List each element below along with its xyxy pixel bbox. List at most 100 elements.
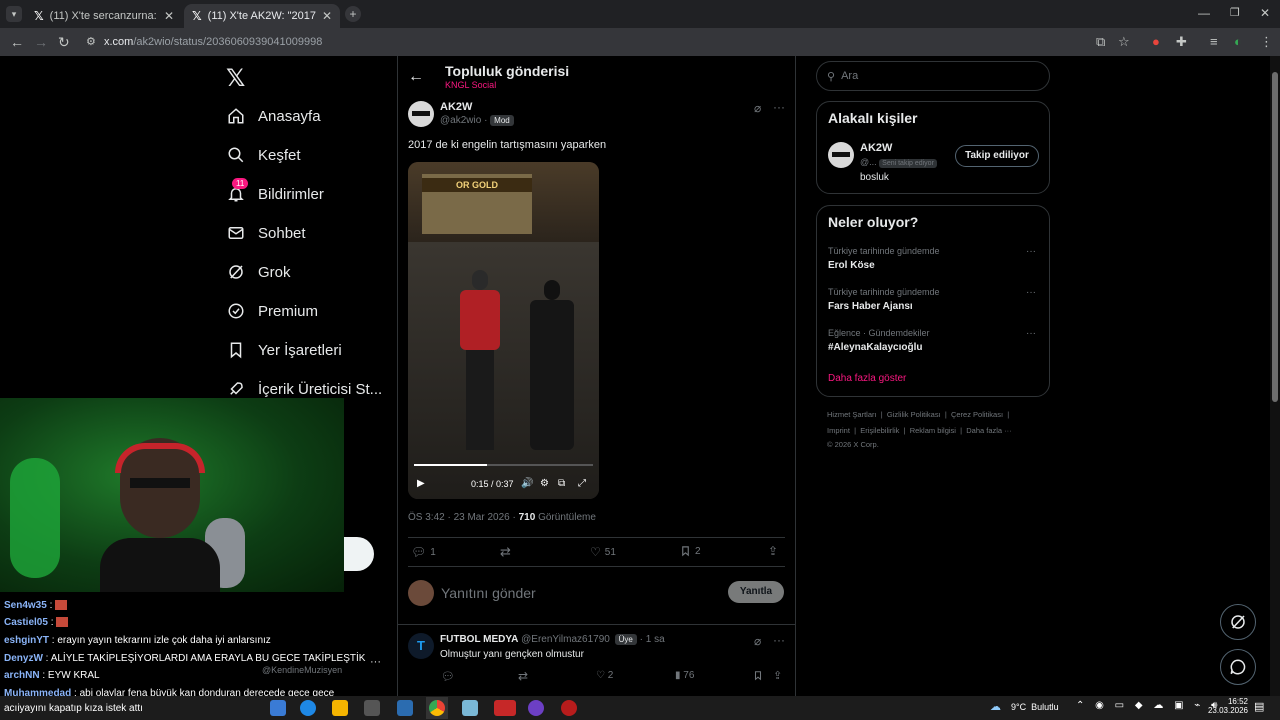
share-icon[interactable]: ⇪ [768, 544, 778, 558]
bookmark-icon[interactable] [753, 670, 763, 681]
fullscreen-icon[interactable]: ⤢ [578, 478, 586, 489]
share-icon[interactable]: ⇪ [773, 669, 782, 682]
repost-icon[interactable]: ⇄ [518, 669, 528, 683]
reply-action[interactable]: 💬︎ 1 [411, 545, 436, 559]
trend-item[interactable]: Türkiye tarihinde gündemde Fars Haber Aj… [828, 287, 1038, 312]
video-progress-track[interactable] [414, 464, 593, 466]
nav-bookmarks[interactable]: Yer İşaretleri [226, 335, 342, 365]
more-icon[interactable]: ··· [1026, 328, 1036, 339]
related-name[interactable]: AK2W [860, 142, 892, 154]
reply-time[interactable]: · 1 sa [640, 634, 665, 645]
scrollbar[interactable] [1270, 56, 1280, 696]
profile-icon[interactable]: ◐ [1234, 34, 1242, 49]
reply-author-name[interactable]: FUTBOL MEDYA [440, 634, 518, 645]
play-icon[interactable]: ▶ [417, 478, 425, 489]
chrome-icon[interactable] [429, 700, 445, 716]
post-button-partial[interactable] [344, 537, 374, 571]
edge-icon[interactable] [300, 700, 316, 716]
back-arrow-icon[interactable]: ← [408, 68, 424, 86]
app-icon[interactable] [561, 700, 577, 716]
reply-handle[interactable]: @ErenYilmaz61790 [521, 634, 610, 645]
volume-icon[interactable]: 🔊 [521, 478, 533, 489]
tab-search-button[interactable]: ▾ [6, 6, 22, 22]
author-name[interactable]: AK2W [440, 101, 472, 113]
avatar[interactable] [828, 142, 854, 168]
footer-link[interactable]: Gizlilik Politikası [887, 410, 941, 419]
reload-icon[interactable]: ↻ [58, 34, 70, 51]
repost-icon[interactable]: ⇄ [500, 544, 511, 560]
close-icon[interactable]: ✕ [164, 9, 174, 23]
reply-avatar[interactable]: T [408, 633, 434, 659]
back-icon[interactable]: ← [10, 34, 24, 50]
clock[interactable]: 16:52 23.03.2026 [1206, 697, 1248, 715]
app-icon[interactable] [364, 700, 380, 716]
settings-icon[interactable]: ⚙ [540, 478, 549, 489]
views-action[interactable]: ▮ 76 [675, 670, 694, 681]
maximize-button[interactable]: ❐ [1230, 6, 1240, 19]
app-icon[interactable] [494, 700, 516, 716]
grok-icon[interactable]: ⌀ [754, 634, 761, 648]
reply-icon[interactable]: 💬︎ [441, 670, 455, 683]
minimize-button[interactable]: — [1198, 6, 1210, 20]
footer-link[interactable]: Daha fazla ··· [966, 426, 1011, 435]
notifications-icon[interactable]: ▤ [1254, 700, 1264, 713]
nav-grok[interactable]: Grok [226, 257, 291, 287]
search-input[interactable]: ⚲ Ara [816, 61, 1050, 91]
browser-tab-2[interactable]: 𝕏 (11) X'te AK2W: "2017 de ki engel ✕ [184, 4, 340, 28]
browser-tab-1[interactable]: 𝕏 (11) X'te sercanzurna: "BEYLER L ✕ [26, 4, 182, 28]
menu-icon[interactable]: ⋮ [1260, 34, 1273, 50]
footer-link[interactable]: Reklam bilgisi [910, 426, 956, 435]
avatar[interactable] [408, 101, 434, 127]
footer-link[interactable]: Imprint [827, 426, 850, 435]
reply-input[interactable]: Yanıtını gönder [441, 585, 536, 601]
following-button[interactable]: Takip ediliyor [955, 145, 1039, 167]
trend-item[interactable]: Eğlence · Gündemdekiler #AleynaKalaycıoğ… [828, 328, 1038, 353]
footer-link[interactable]: Çerez Politikası [951, 410, 1003, 419]
bookmark-action[interactable]: 2 [680, 545, 701, 557]
nav-explore[interactable]: Keşfet [226, 140, 301, 170]
footer-link[interactable]: Erişilebilirlik [860, 426, 899, 435]
related-handle[interactable]: @... [860, 157, 877, 167]
nav-premium[interactable]: Premium [226, 296, 318, 326]
my-avatar[interactable] [408, 580, 434, 606]
video-player[interactable]: OR GOLD ▶ 0:15 / 0:37 🔊 ⚙ ⧉ ⤢ [408, 162, 599, 499]
pip-icon[interactable]: ⧉ [558, 478, 565, 489]
more-icon[interactable]: ··· [773, 633, 785, 647]
post-timestamp[interactable]: ÖS 3:42 · 23 Mar 2026 · [408, 512, 519, 523]
nav-notifications[interactable]: 11 Bildirimler [226, 178, 324, 209]
scrollbar-thumb[interactable] [1272, 72, 1278, 402]
close-icon[interactable]: ✕ [322, 9, 332, 23]
file-explorer-icon[interactable] [332, 700, 348, 716]
like-action[interactable]: ♡ 2 [596, 670, 613, 681]
footer-link[interactable]: Hizmet Şartları [827, 410, 877, 419]
reading-list-icon[interactable]: ≡ [1210, 34, 1218, 49]
window-close-button[interactable]: ✕ [1260, 6, 1270, 20]
grok-fab[interactable] [1220, 604, 1256, 640]
trend-item[interactable]: Türkiye tarihinde gündemde Erol Köse [828, 246, 1038, 271]
show-more-link[interactable]: Daha fazla göster [828, 373, 906, 384]
weather-icon[interactable]: ☁ [990, 700, 1001, 713]
author-handle[interactable]: @ak2wio [440, 115, 481, 126]
reply-button[interactable]: Yanıtla [728, 581, 784, 603]
more-icon[interactable]: ··· [1026, 287, 1036, 298]
install-icon[interactable]: ⧉ [1096, 34, 1105, 50]
address-input[interactable]: x.com/ak2wio/status/2036060939041009998 [104, 32, 1104, 52]
forward-icon[interactable]: → [34, 34, 48, 50]
site-info-icon[interactable]: ⚙ [86, 35, 96, 48]
like-action[interactable]: ♡ 51 [590, 545, 616, 559]
more-icon[interactable]: ··· [370, 656, 381, 668]
more-icon[interactable]: ··· [773, 100, 785, 114]
messages-fab[interactable] [1220, 649, 1256, 685]
nav-home[interactable]: Anasayfa [226, 101, 321, 131]
app-icon[interactable] [270, 700, 286, 716]
app-icon[interactable] [462, 700, 478, 716]
more-icon[interactable]: ··· [1026, 246, 1036, 257]
outlook-icon[interactable] [397, 700, 413, 716]
nav-messages[interactable]: Sohbet [226, 218, 306, 248]
community-name[interactable]: KNGL Social [445, 80, 496, 90]
extensions-puzzle-icon[interactable]: ✚ [1176, 34, 1187, 50]
x-logo-icon[interactable]: 𝕏 [226, 64, 245, 93]
weather-text[interactable]: 9°C Bulutlu [1011, 702, 1059, 712]
extension-icon[interactable]: ● [1152, 34, 1160, 49]
star-icon[interactable]: ☆ [1118, 34, 1130, 50]
